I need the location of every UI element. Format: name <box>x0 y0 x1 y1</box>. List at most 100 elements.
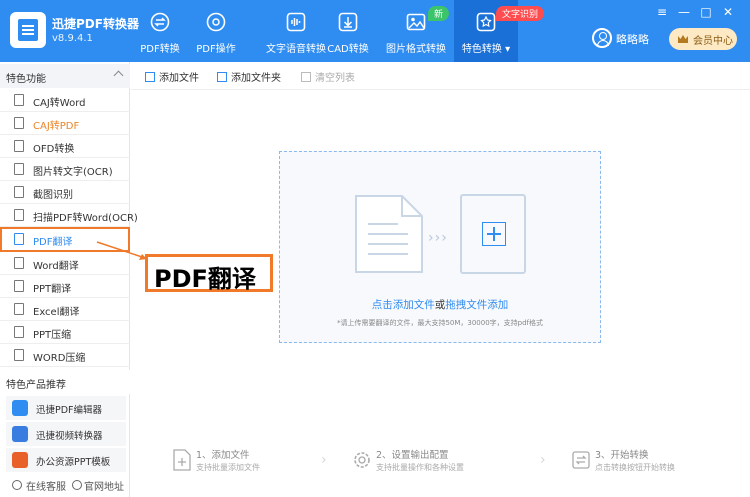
add-folder-button[interactable]: 添加文件夹 <box>217 69 281 84</box>
chevron-right-icon: › <box>321 452 327 468</box>
pdf-convert-icon <box>150 12 170 32</box>
sidebar-item-word-compress[interactable]: WORD压缩 <box>0 344 130 367</box>
section-title: 特色功能 <box>6 74 46 85</box>
arrow-right-icon: ››› <box>428 230 448 246</box>
sidebar-item-caj-word[interactable]: CAJ转Word <box>0 89 130 112</box>
toolbar: 添加文件 添加文件夹 清空列表 <box>131 62 750 90</box>
product-pdf-editor[interactable]: 迅捷PDF编辑器 <box>6 396 126 420</box>
translate-icon <box>14 257 24 269</box>
online-service-link[interactable]: 在线客服 <box>26 478 66 493</box>
upload-hint: *请上传需要翻译的文件，最大支持50M，30000字，支持pdf格式 <box>336 319 544 327</box>
app-version: v8.9.4.1 <box>52 33 93 44</box>
step-title: 2、设置输出配置 <box>376 450 449 461</box>
scan-icon <box>14 209 24 221</box>
sidebar-footer: 在线客服 官网地址 <box>0 475 130 497</box>
add-file-icon <box>173 449 191 471</box>
video-converter-icon <box>12 426 28 442</box>
file-icon <box>14 94 24 106</box>
section-header-products: 特色产品推荐 <box>0 370 130 394</box>
globe-icon <box>72 480 82 490</box>
gear-icon <box>354 452 370 468</box>
add-file-box[interactable] <box>460 194 526 274</box>
text-icon <box>14 163 24 175</box>
drag-add-link[interactable]: 拖拽文件添加 <box>445 299 508 311</box>
sidebar-item-ocr[interactable]: 图片转文字(OCR) <box>0 158 130 181</box>
product-ppt-templates[interactable]: 办公资源PPT模板 <box>6 448 126 472</box>
audio-wave-icon <box>286 12 306 32</box>
nav-label: PDF操作 <box>196 44 236 55</box>
website-link[interactable]: 官网地址 <box>84 478 124 493</box>
user-name: 略略略 <box>616 33 649 46</box>
translate-icon <box>14 233 24 245</box>
cad-download-icon <box>338 12 358 32</box>
add-file-icon <box>145 72 155 82</box>
document-icon <box>355 195 423 273</box>
sidebar-item-scan-pdf[interactable]: 扫描PDF转Word(OCR) <box>0 204 138 227</box>
sidebar-item-ofd[interactable]: OFD转换 <box>0 135 130 158</box>
sidebar-item-ppt-translate[interactable]: PPT翻译 <box>0 275 130 298</box>
callout-text: PDF翻译 <box>154 265 256 293</box>
add-file-button[interactable]: 添加文件 <box>145 69 199 84</box>
pdf-editor-icon <box>12 400 28 416</box>
translate-icon <box>14 280 24 292</box>
nav-label: 图片格式转换 <box>386 44 446 55</box>
nav-pdf-operate[interactable]: PDF操作 <box>182 0 250 62</box>
headset-icon <box>12 480 22 490</box>
ppt-template-icon <box>12 452 28 468</box>
crown-icon <box>678 35 688 43</box>
user-account[interactable]: 略略略 <box>592 28 662 50</box>
sidebar-item-ppt-compress[interactable]: PPT压缩 <box>0 321 130 344</box>
sidebar-item-label: Word翻译 <box>33 261 79 272</box>
app-logo <box>10 12 46 48</box>
sidebar-item-label: OFD转换 <box>33 144 75 155</box>
file-icon <box>14 117 24 129</box>
nav-label: CAD转换 <box>327 44 369 55</box>
section-title: 特色产品推荐 <box>6 380 66 391</box>
step-desc: 支持批量操作和各种设置 <box>376 463 464 472</box>
clear-list-button[interactable]: 清空列表 <box>301 69 355 84</box>
step-desc: 支持批量添加文件 <box>196 463 260 472</box>
step-title: 1、添加文件 <box>196 450 250 461</box>
sidebar-item-screenshot[interactable]: 截图识别 <box>0 181 130 204</box>
sidebar-item-label: CAJ转PDF <box>33 121 80 132</box>
compress-icon <box>14 326 24 338</box>
special-convert-icon <box>476 12 496 32</box>
step-desc: 点击转换按钮开始转换 <box>595 463 675 472</box>
sidebar-item-label: CAJ转Word <box>33 98 86 109</box>
add-folder-icon <box>217 72 227 82</box>
sidebar-item-caj-pdf[interactable]: CAJ转PDF <box>0 112 130 135</box>
product-label: 办公资源PPT模板 <box>36 457 111 468</box>
section-header-features[interactable]: 特色功能 <box>0 64 130 88</box>
sidebar-item-label: 图片转文字(OCR) <box>33 167 113 178</box>
convert-icon <box>572 451 590 469</box>
pdf-operate-icon <box>206 12 226 32</box>
plus-icon <box>482 222 506 246</box>
chevron-right-icon: › <box>540 452 546 468</box>
vip-center-button[interactable]: 会员中心 <box>669 28 737 50</box>
image-icon <box>406 13 426 31</box>
sidebar-item-label: Excel翻译 <box>33 307 80 318</box>
menu-icon[interactable]: ≡ <box>654 4 670 20</box>
sidebar-item-label: PPT翻译 <box>33 284 72 295</box>
user-icon <box>592 28 612 48</box>
close-icon[interactable]: ✕ <box>720 4 736 20</box>
trash-icon <box>301 72 311 82</box>
click-add-link[interactable]: 点击添加文件 <box>372 299 435 311</box>
top-bar: 迅捷PDF转换器 v8.9.4.1 PDF转换 PDF操作 文字语音转换 CAD… <box>0 0 750 62</box>
sidebar-item-label: PPT压缩 <box>33 330 72 341</box>
sidebar-item-label: PDF翻译 <box>33 237 73 248</box>
sidebar-item-excel-translate[interactable]: Excel翻译 <box>0 298 130 321</box>
nav-cad-convert[interactable]: CAD转换 <box>314 0 382 62</box>
minimize-icon[interactable]: — <box>676 4 692 20</box>
translate-icon <box>14 303 24 315</box>
file-drop-zone[interactable]: ››› 点击添加文件或拖拽文件添加 *请上传需要翻译的文件，最大支持50M，30… <box>279 151 601 343</box>
file-icon <box>14 140 24 152</box>
nav-label: 特色转换 ▾ <box>461 44 511 55</box>
sidebar-item-label: 扫描PDF转Word(OCR) <box>33 213 138 224</box>
product-video-converter[interactable]: 迅捷视频转换器 <box>6 422 126 446</box>
sidebar: 特色功能 CAJ转Word CAJ转PDF OFD转换 图片转文字(OCR) 截… <box>0 62 138 497</box>
sidebar-item-label: WORD压缩 <box>33 353 86 364</box>
maximize-icon[interactable]: □ <box>698 4 714 20</box>
annotation-callout: PDF翻译 <box>145 254 273 293</box>
compress-icon <box>14 349 24 361</box>
